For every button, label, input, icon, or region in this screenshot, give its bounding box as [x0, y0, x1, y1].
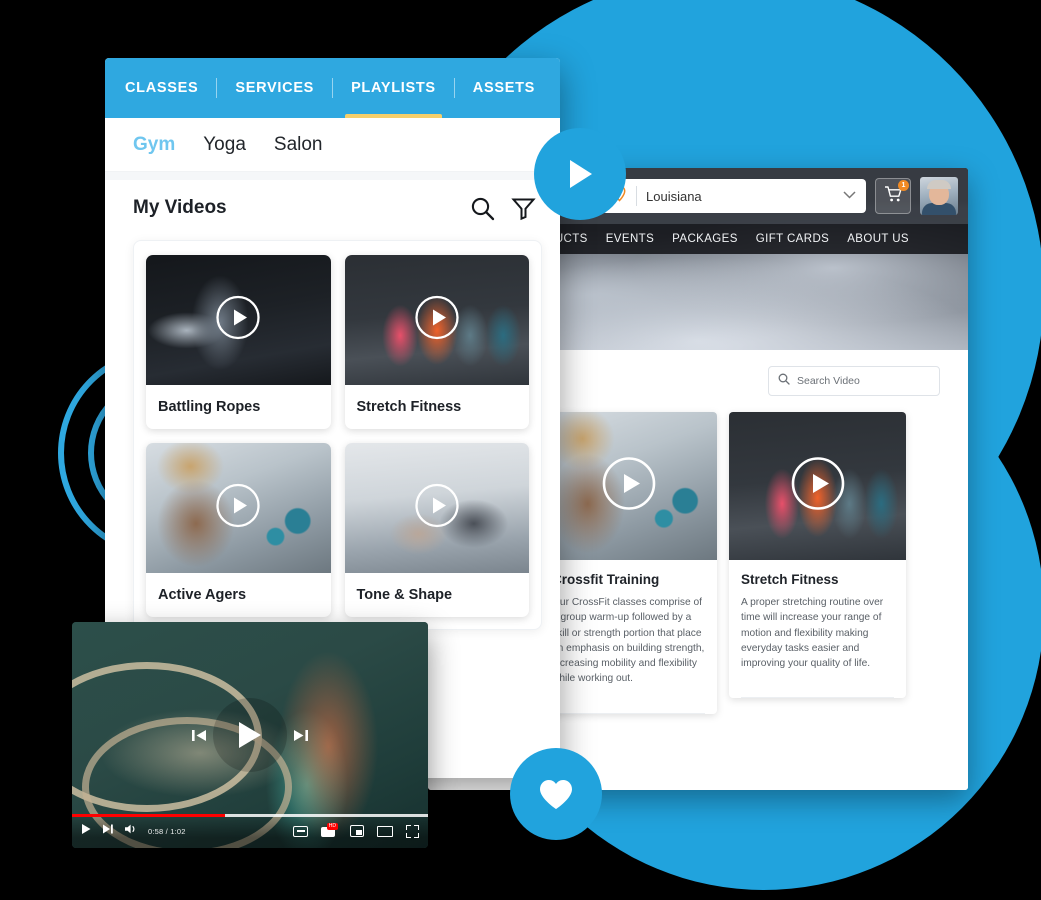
site-nav-item-about-us[interactable]: ABOUT US [847, 233, 909, 245]
player-time: 0:58 / 1:02 [148, 826, 186, 836]
video-thumbnail[interactable] [146, 255, 331, 385]
video-card[interactable]: Stretch Fitness A proper stretching rout… [729, 412, 906, 699]
site-nav-item-events[interactable]: EVENTS [606, 233, 654, 245]
video-tile[interactable]: Tone & Shape [344, 443, 529, 617]
divider [636, 186, 637, 206]
play-icon[interactable] [414, 483, 460, 534]
subtab-yoga[interactable]: Yoga [203, 134, 246, 156]
tab-services[interactable]: SERVICES [217, 58, 332, 118]
video-thumbnail[interactable] [729, 412, 906, 560]
search-icon [778, 372, 790, 390]
video-card-title: Crossfit Training [552, 572, 660, 587]
theater-mode-icon[interactable] [377, 825, 393, 837]
video-tile[interactable]: Active Agers [146, 443, 331, 617]
video-tile-label: Battling Ropes [158, 399, 261, 415]
miniplayer-icon[interactable] [350, 825, 364, 837]
cart-button[interactable]: 1 [875, 178, 911, 214]
tab-classes[interactable]: CLASSES [125, 58, 216, 118]
tab-assets[interactable]: ASSETS [455, 58, 553, 118]
progress-played [72, 814, 226, 817]
divider [741, 697, 894, 699]
subtab-gym[interactable]: Gym [133, 134, 175, 156]
fullscreen-icon[interactable] [406, 824, 419, 838]
site-nav-item-packages[interactable]: PACKAGES [672, 233, 738, 245]
video-tile-label: Active Agers [158, 587, 247, 603]
site-nav-item-gift-cards[interactable]: GIFT CARDS [756, 233, 829, 245]
heart-badge[interactable] [510, 748, 602, 840]
next-track-icon[interactable] [102, 822, 114, 840]
play-icon[interactable] [215, 295, 261, 346]
play-icon [563, 156, 597, 192]
video-thumbnail[interactable] [344, 255, 529, 385]
play-icon[interactable] [81, 822, 92, 840]
player-control-bar[interactable]: 0:58 / 1:02 HD [72, 814, 428, 848]
next-track-icon[interactable] [291, 726, 310, 745]
video-tile[interactable]: Battling Ropes [146, 255, 331, 429]
progress-bar[interactable] [72, 814, 428, 817]
play-icon[interactable] [215, 483, 261, 534]
video-tile-label: Tone & Shape [356, 587, 453, 603]
divider [552, 712, 705, 714]
subtab-salon[interactable]: Salon [274, 134, 323, 156]
tab-playlists[interactable]: PLAYLISTS [333, 58, 454, 118]
video-tile[interactable]: Stretch Fitness [344, 255, 529, 429]
player-bar-right: HD [293, 823, 419, 838]
search-video-input[interactable]: Search Video [768, 366, 940, 396]
play-badge[interactable] [534, 128, 626, 220]
play-icon[interactable] [414, 295, 460, 346]
chevron-down-icon[interactable] [843, 190, 856, 202]
spacer [105, 172, 560, 180]
video-card-description: Our CrossFit classes comprise of a group… [552, 597, 705, 685]
cart-badge: 1 [898, 180, 909, 191]
app-sub-navigation: Gym Yoga Salon [105, 118, 560, 172]
play-icon[interactable] [601, 456, 657, 517]
location-value: Louisiana [646, 188, 702, 204]
screenshot-stage: Louisiana 1 PRODUCTS [0, 0, 1041, 900]
play-icon[interactable] [235, 719, 265, 751]
video-thumbnail[interactable] [344, 443, 529, 573]
my-videos-grid: Battling Ropes Stretch Fitness Active Ag… [133, 240, 542, 630]
video-card-meta: Stretch Fitness A proper stretching rout… [729, 560, 906, 687]
previous-track-icon[interactable] [190, 726, 209, 745]
my-videos-header: My Videos [105, 180, 560, 236]
filter-icon[interactable] [511, 196, 536, 221]
search-video-placeholder: Search Video [797, 375, 860, 387]
video-player[interactable]: 0:58 / 1:02 HD [72, 622, 428, 848]
video-card-title: Stretch Fitness [741, 572, 839, 587]
app-top-navigation: CLASSES SERVICES PLAYLISTS ASSETS [105, 58, 560, 118]
play-icon[interactable] [790, 456, 846, 517]
video-card[interactable]: Crossfit Training Our CrossFit classes c… [540, 412, 717, 714]
search-icon[interactable] [470, 196, 495, 221]
video-thumbnail[interactable] [146, 443, 331, 573]
video-card-meta: Crossfit Training Our CrossFit classes c… [540, 560, 717, 703]
heart-icon [537, 777, 575, 811]
location-select[interactable]: Louisiana [602, 179, 866, 213]
page-title: My Videos [133, 197, 227, 218]
video-card-description: A proper stretching routine over time wi… [741, 597, 884, 670]
youtube-icon[interactable]: HD [321, 823, 338, 837]
video-tile-label: Stretch Fitness [356, 399, 462, 415]
captions-icon[interactable] [293, 825, 308, 837]
avatar[interactable] [920, 177, 958, 215]
volume-icon[interactable] [124, 822, 138, 840]
video-thumbnail[interactable] [540, 412, 717, 560]
